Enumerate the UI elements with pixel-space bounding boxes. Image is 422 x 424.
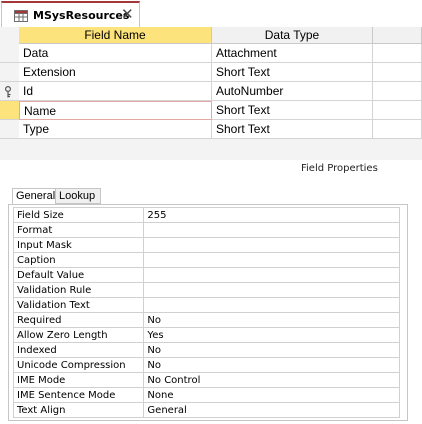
property-row[interactable]: Text Align General — [12, 402, 400, 418]
property-value[interactable] — [143, 267, 400, 283]
field-row[interactable]: Type Short Text — [0, 120, 422, 139]
property-row[interactable]: Default Value — [12, 267, 400, 283]
property-name: Text Align — [12, 402, 145, 418]
property-value[interactable] — [143, 237, 400, 253]
property-value[interactable]: No Control — [143, 372, 400, 388]
property-name: Allow Zero Length — [12, 327, 145, 343]
property-value[interactable]: No — [143, 357, 400, 373]
row-selector-current[interactable] — [0, 101, 19, 120]
grid-empty-area — [19, 139, 422, 160]
field-row-current[interactable]: Name Short Text — [0, 101, 422, 120]
table-icon — [14, 10, 28, 22]
property-value[interactable]: None — [143, 387, 400, 403]
description-cell[interactable] — [373, 82, 422, 101]
property-name: IME Sentence Mode — [12, 387, 145, 403]
property-name: IME Mode — [12, 372, 145, 388]
field-row[interactable]: Data Attachment — [0, 44, 422, 63]
property-name: Required — [12, 312, 145, 328]
property-row[interactable]: Validation Text — [12, 297, 400, 313]
data-type-cell[interactable]: Short Text — [212, 101, 373, 120]
field-name-cell[interactable]: Id — [19, 82, 212, 101]
property-value[interactable] — [143, 252, 400, 268]
field-name-cell-active[interactable]: Name — [19, 101, 212, 120]
document-tab-strip: MSysResources ✕ — [0, 0, 422, 28]
data-type-cell[interactable]: Short Text — [212, 120, 373, 139]
column-header-field-name[interactable]: Field Name — [19, 27, 212, 44]
property-row[interactable]: IME Mode No Control — [12, 372, 400, 388]
property-row[interactable]: Allow Zero Length Yes — [12, 327, 400, 343]
property-name: Input Mask — [12, 237, 145, 253]
property-name: Default Value — [12, 267, 145, 283]
field-row[interactable]: Extension Short Text — [0, 63, 422, 82]
description-cell[interactable] — [373, 120, 422, 139]
property-value[interactable]: No — [143, 312, 400, 328]
field-properties-pane: Field Properties General Lookup Field Si… — [0, 160, 422, 424]
property-name: Caption — [12, 252, 145, 268]
document-tab-msysresources[interactable]: MSysResources ✕ — [1, 1, 140, 27]
property-name: Field Size — [12, 207, 145, 223]
property-value[interactable]: No — [143, 342, 400, 358]
data-type-cell[interactable]: AutoNumber — [212, 82, 373, 101]
property-value[interactable] — [143, 222, 400, 238]
property-row[interactable]: Input Mask — [12, 237, 400, 253]
property-row[interactable]: Required No — [12, 312, 400, 328]
tab-title: MSysResources — [33, 9, 130, 22]
property-name: Indexed — [12, 342, 145, 358]
property-row[interactable]: Caption — [12, 252, 400, 268]
property-value[interactable]: Yes — [143, 327, 400, 343]
data-type-cell[interactable]: Attachment — [212, 44, 373, 63]
property-row[interactable]: Field Size 255 — [12, 207, 400, 223]
column-header-data-type[interactable]: Data Type — [212, 27, 373, 44]
property-row[interactable]: Validation Rule — [12, 282, 400, 298]
table-design-grid: Field Name Data Type Data Attachment Ext… — [0, 27, 422, 160]
row-selector[interactable] — [0, 63, 19, 82]
close-tab-icon[interactable]: ✕ — [121, 6, 134, 24]
field-properties-caption: Field Properties — [301, 163, 378, 174]
tab-general[interactable]: General — [12, 188, 56, 204]
primary-key-icon — [5, 86, 11, 98]
field-row[interactable]: Id AutoNumber — [0, 82, 422, 101]
data-type-cell[interactable]: Short Text — [212, 63, 373, 82]
field-name-cell[interactable]: Extension — [19, 63, 212, 82]
property-name: Format — [12, 222, 145, 238]
tab-lookup[interactable]: Lookup — [56, 188, 101, 204]
property-row[interactable]: Unicode Compression No — [12, 357, 400, 373]
row-selector[interactable] — [0, 82, 19, 101]
row-selector[interactable] — [0, 120, 19, 139]
property-row[interactable]: IME Sentence Mode None — [12, 387, 400, 403]
property-name: Unicode Compression — [12, 357, 145, 373]
property-value[interactable]: General — [143, 402, 400, 418]
properties-table: Field Size 255 Format Input Mask Caption … — [12, 207, 400, 418]
description-cell[interactable] — [373, 44, 422, 63]
property-row[interactable]: Format — [12, 222, 400, 238]
property-value[interactable]: 255 — [143, 207, 400, 223]
property-value[interactable] — [143, 297, 400, 313]
property-name: Validation Rule — [12, 282, 145, 298]
property-name: Validation Text — [12, 297, 145, 313]
row-selector[interactable] — [0, 44, 19, 63]
field-name-cell[interactable]: Type — [19, 120, 212, 139]
field-name-cell[interactable]: Data — [19, 44, 212, 63]
property-row[interactable]: Indexed No — [12, 342, 400, 358]
column-header-description[interactable] — [373, 27, 422, 44]
description-cell[interactable] — [373, 101, 422, 120]
properties-panel: Field Size 255 Format Input Mask Caption … — [8, 204, 408, 421]
description-cell[interactable] — [373, 63, 422, 82]
property-value[interactable] — [143, 282, 400, 298]
